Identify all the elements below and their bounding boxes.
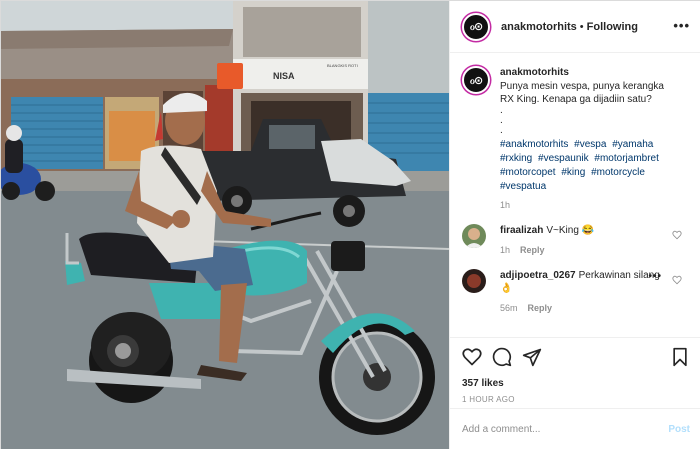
hashtag-link[interactable]: #motorjambret (594, 153, 658, 164)
author-avatar-logo: ℴ⊙ (469, 20, 483, 33)
comment-item: adjipoetra_0267 Perkawinan silang👌 56m Re… (462, 269, 690, 313)
shop-sign-text: NISA (273, 71, 295, 81)
post-photo[interactable]: NISA BLANGKIS ROTI (1, 1, 449, 449)
comment-item: firaalizah V~King 😂 1h Reply (462, 224, 690, 255)
hashtag-link[interactable]: #yamaha (612, 139, 653, 150)
hashtag-link[interactable]: #vespatua (500, 181, 546, 192)
heart-icon[interactable] (462, 347, 482, 367)
post-timestamp[interactable]: 1 HOUR AGO (462, 395, 690, 404)
commenter-username[interactable]: firaalizah (500, 225, 543, 236)
caption-avatar[interactable]: ℴ⊙ (462, 66, 490, 94)
caption-time[interactable]: 1h (500, 200, 690, 210)
caption-dot: . (500, 115, 503, 126)
shop-sign-small-text: BLANGKIS ROTI (327, 63, 358, 68)
hashtag-link[interactable]: #motorcycle (591, 167, 645, 178)
action-bar (462, 346, 690, 368)
comment-time[interactable]: 56m (500, 303, 518, 313)
add-comment-bar: Post (450, 408, 700, 449)
comment-text: V~King 😂 (546, 225, 595, 236)
commenter-avatar-image (462, 224, 486, 248)
comment-meta: 1h Reply (500, 245, 690, 255)
hashtag-link[interactable]: #motorcopet (500, 167, 556, 178)
comment-time[interactable]: 1h (500, 245, 510, 255)
caption-line-2: RX King. Kenapa ga dijadiin satu? (500, 94, 652, 105)
reply-button[interactable]: Reply (528, 303, 553, 313)
author-username[interactable]: anakmotorhits (501, 21, 577, 33)
comments-section[interactable]: ℴ⊙ anakmotorhits Punya mesin vespa, puny… (450, 54, 700, 336)
commenter-avatar[interactable] (462, 269, 486, 293)
comment-more-icon[interactable]: ••• (648, 271, 662, 282)
caption-dot: . (500, 105, 503, 116)
hashtag-list: #anakmotorhits #vespa #yamaha #rxking #v… (500, 138, 690, 194)
comment-meta: 56m Reply (500, 303, 690, 313)
caption-line-1: Punya mesin vespa, punya kerangka (500, 81, 664, 92)
caption-avatar-logo: ℴ⊙ (469, 73, 483, 87)
comment-icon[interactable] (492, 347, 512, 367)
street-scene-illustration: NISA BLANGKIS ROTI (1, 1, 449, 449)
hashtag-link[interactable]: #king (561, 167, 585, 178)
hashtag-link[interactable]: #anakmotorhits (500, 139, 568, 150)
reply-button[interactable]: Reply (520, 245, 545, 255)
header-text: anakmotorhits • Following (501, 21, 638, 33)
instagram-post-frame: NISA BLANGKIS ROTI ℴ⊙ anakmotorhits • Fo… (0, 0, 700, 449)
add-comment-input[interactable] (462, 424, 669, 435)
more-horizontal-icon[interactable]: ••• (673, 19, 690, 32)
post-header: ℴ⊙ anakmotorhits • Following ••• (450, 1, 700, 53)
bookmark-icon[interactable] (670, 347, 690, 367)
post-side-panel: ℴ⊙ anakmotorhits • Following ••• ℴ⊙ anakmo… (449, 1, 700, 449)
hashtag-link[interactable]: #rxking (500, 153, 532, 164)
hashtag-link[interactable]: #vespa (574, 139, 606, 150)
comment-like-heart-icon[interactable] (672, 230, 682, 240)
caption-dot: . (500, 125, 503, 136)
commenter-username[interactable]: adjipoetra_0267 (500, 270, 576, 281)
header-separator: • (579, 20, 584, 33)
post-comment-button[interactable]: Post (668, 424, 690, 435)
caption-username[interactable]: anakmotorhits (500, 66, 690, 80)
comment-like-heart-icon[interactable] (672, 275, 682, 285)
author-avatar[interactable]: ℴ⊙ (462, 12, 490, 41)
commenter-avatar[interactable] (462, 224, 486, 248)
following-button[interactable]: Following (587, 21, 638, 33)
hashtag-link[interactable]: #vespaunik (538, 153, 589, 164)
comment-text-line: firaalizah V~King 😂 (500, 224, 690, 237)
like-count[interactable]: 357 likes (462, 378, 690, 389)
commenter-avatar-image (462, 269, 486, 293)
share-icon[interactable] (522, 347, 542, 367)
post-caption: ℴ⊙ anakmotorhits Punya mesin vespa, puny… (462, 66, 690, 210)
